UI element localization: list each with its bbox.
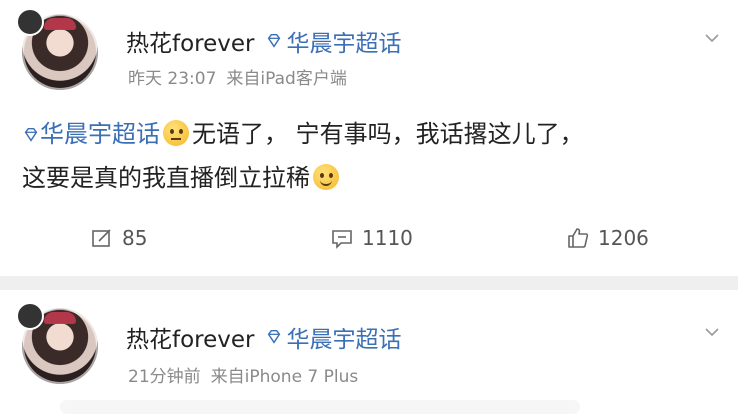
repost-count: 85 xyxy=(122,226,148,250)
weibo-post: 热花forever 华晨宇超话 21分钟前 来自iPhone 7 Plus xyxy=(0,290,738,414)
avatar[interactable] xyxy=(16,302,98,384)
emoji-icon xyxy=(313,164,339,190)
diamond-topic-icon xyxy=(267,33,280,48)
chevron-down-icon[interactable] xyxy=(704,30,720,46)
action-bar: 85 1110 1206 xyxy=(0,226,738,260)
content-line-2: 这要是真的我直播倒立拉稀 xyxy=(22,156,722,200)
post-meta: 昨天 23:07 来自iPad客户端 xyxy=(128,64,347,89)
username[interactable]: 热花forever xyxy=(126,320,255,354)
comment-icon xyxy=(332,230,352,249)
avatar[interactable] xyxy=(16,8,98,90)
like-button[interactable]: 1206 xyxy=(566,226,649,250)
like-count: 1206 xyxy=(598,226,649,250)
content-line-1: 华晨宇超话 无语了， 宁有事吗，我话撂这儿了， xyxy=(22,112,722,156)
username[interactable]: 热花forever xyxy=(126,24,255,58)
post-source: 来自iPad客户端 xyxy=(226,69,347,89)
avatar-crown-icon xyxy=(44,312,76,324)
emoji-icon xyxy=(163,120,189,146)
comment-button[interactable]: 1110 xyxy=(330,226,413,250)
chevron-down-icon[interactable] xyxy=(704,324,720,340)
content-text-2: 这要是真的我直播倒立拉稀 xyxy=(22,164,310,192)
diamond-topic-icon xyxy=(267,329,280,344)
avatar-crown-icon xyxy=(44,18,76,30)
topic-link[interactable]: 华晨宇超话 xyxy=(265,320,402,354)
diamond-topic-icon xyxy=(24,127,38,142)
avatar-badge-icon xyxy=(16,302,44,330)
content-text-1: 无语了， 宁有事吗，我话撂这儿了， xyxy=(192,120,584,148)
post-content: 华晨宇超话 无语了， 宁有事吗，我话撂这儿了， 这要是真的我直播倒立拉稀 xyxy=(22,112,722,200)
post-divider xyxy=(0,276,738,290)
post-time: 昨天 23:07 xyxy=(128,69,217,89)
like-icon xyxy=(568,228,589,248)
post-header: 热花forever 华晨宇超话 xyxy=(126,320,402,354)
topic-link[interactable]: 华晨宇超话 xyxy=(265,24,402,58)
post-time: 21分钟前 xyxy=(128,367,201,387)
topic-label: 华晨宇超话 xyxy=(286,31,402,57)
weibo-post: 热花forever 华晨宇超话 昨天 23:07 来自iPad客户端 华晨宇超话… xyxy=(0,0,738,276)
content-topic-link[interactable]: 华晨宇超话 xyxy=(40,120,160,148)
post-header: 热花forever 华晨宇超话 xyxy=(126,24,402,58)
comment-count: 1110 xyxy=(362,226,413,250)
repost-button[interactable]: 85 xyxy=(90,226,147,250)
post-meta: 21分钟前 来自iPhone 7 Plus xyxy=(128,362,358,387)
post-source: 来自iPhone 7 Plus xyxy=(210,367,359,387)
topic-label: 华晨宇超话 xyxy=(286,327,402,353)
avatar-badge-icon xyxy=(16,8,44,36)
repost-icon xyxy=(92,229,111,247)
content-preview xyxy=(60,400,580,414)
